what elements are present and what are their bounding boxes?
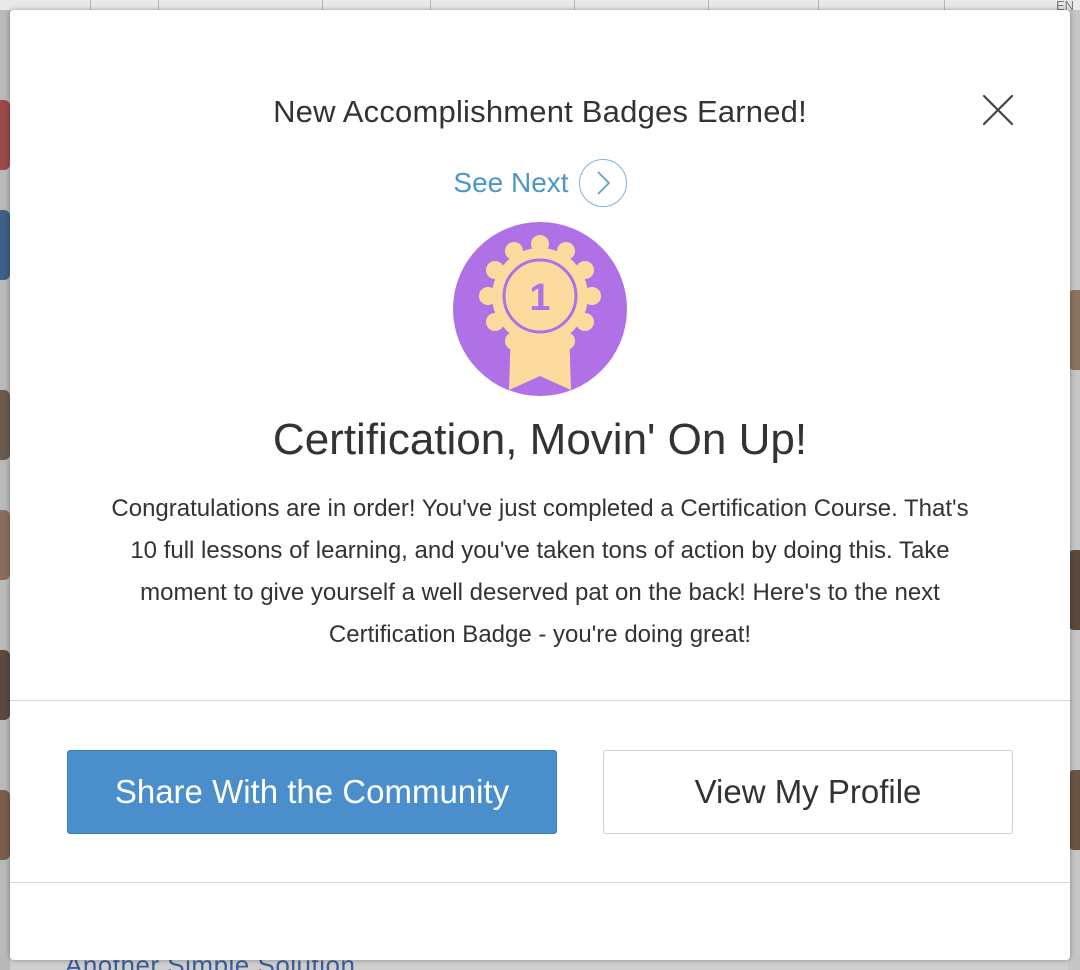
share-with-community-button[interactable]: Share With the Community <box>67 750 557 834</box>
close-icon <box>982 94 1014 126</box>
divider-top <box>10 700 1070 701</box>
divider-bottom <box>10 882 1070 883</box>
background-toolbar: EN <box>0 0 1080 13</box>
ribbon-award-icon: 1 <box>453 222 627 396</box>
badge-title: Certification, Movin' On Up! <box>272 415 808 464</box>
modal-title: New Accomplishment Badges Earned! <box>273 94 807 129</box>
see-next-label: See Next <box>453 167 569 198</box>
badge-graphic: 1 <box>453 222 627 396</box>
badge-description: Congratulations are in order! You've jus… <box>111 495 969 648</box>
chevron-right-icon <box>578 159 627 207</box>
close-button[interactable] <box>980 92 1016 128</box>
badge-modal: New Accomplishment Badges Earned! See Ne… <box>10 10 1070 960</box>
view-my-profile-button[interactable]: View My Profile <box>603 750 1013 834</box>
see-next-link[interactable]: See Next <box>10 159 1070 207</box>
background-left-column <box>0 10 10 970</box>
badge-number: 1 <box>529 277 550 319</box>
